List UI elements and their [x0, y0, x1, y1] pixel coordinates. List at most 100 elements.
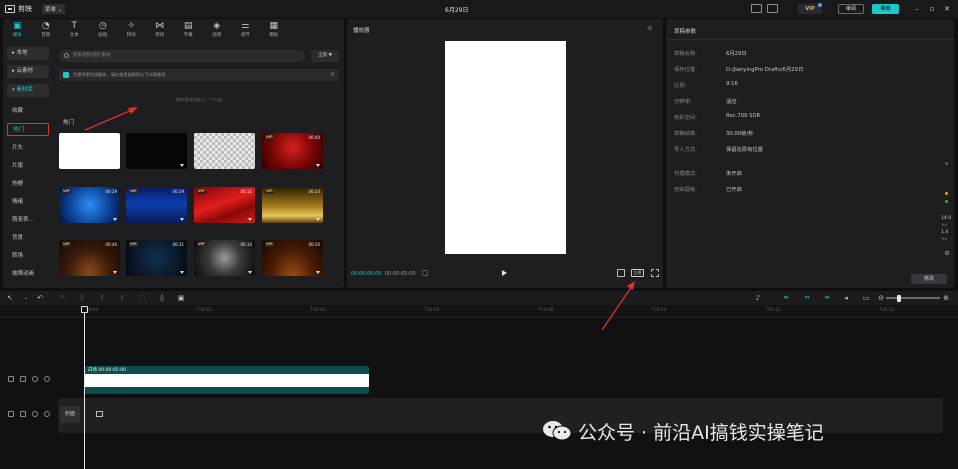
sidebar-item[interactable]: ▾ 素材库	[7, 84, 49, 97]
media-thumbnail[interactable]: VIP 00:46	[59, 240, 120, 276]
split-right-icon[interactable]: ⫵	[118, 294, 126, 302]
caption-icon[interactable]: ▭	[862, 294, 870, 302]
download-icon[interactable]	[316, 218, 320, 221]
layout-icon[interactable]	[751, 4, 762, 13]
media-thumbnail[interactable]: VIP 00:10	[194, 240, 255, 276]
media-thumbnail[interactable]: VIP 00:29	[126, 187, 187, 223]
cover-button[interactable]: 封面	[60, 406, 80, 423]
media-thumbnail[interactable]	[126, 133, 187, 169]
menu-button[interactable]: 菜单 ⌄	[42, 4, 66, 14]
track-type-icon[interactable]	[8, 376, 14, 382]
download-icon[interactable]	[180, 164, 184, 167]
tab-sticker[interactable]: ◷ 贴纸	[89, 19, 118, 41]
maximize-button[interactable]: ▫	[927, 4, 937, 14]
media-thumbnail[interactable]: VIP 00:29	[59, 187, 120, 223]
playhead-handle[interactable]	[81, 306, 88, 313]
select-cursor-icon[interactable]: ↖	[6, 294, 14, 302]
delete-icon[interactable]: ▢	[138, 294, 146, 302]
zoom-slider-handle[interactable]	[897, 294, 901, 302]
tab-text[interactable]: T 文本	[60, 19, 89, 41]
tab-transition[interactable]: ⋈ 转场	[146, 19, 175, 41]
audio-mute-icon[interactable]	[44, 411, 50, 417]
tab-media[interactable]: ▣ 媒体	[3, 19, 32, 41]
sidebar-item[interactable]: 萌宠表...	[7, 214, 49, 227]
modify-button[interactable]: 修改	[911, 274, 947, 284]
download-icon[interactable]	[248, 218, 252, 221]
image-icon[interactable]: ▣	[177, 294, 185, 302]
tab-adjust[interactable]: ⚌ 调节	[231, 19, 260, 41]
minimize-button[interactable]: –	[912, 4, 922, 14]
close-icon[interactable]: ✕	[330, 71, 335, 78]
close-button[interactable]: ✕	[942, 4, 952, 14]
play-button[interactable]	[502, 270, 507, 276]
playhead[interactable]	[84, 308, 85, 469]
link-icon[interactable]: ⇹	[821, 294, 833, 302]
search-input[interactable]: 搜索视频/图片素材	[59, 50, 305, 62]
zoom-out-icon[interactable]: ⊖	[877, 294, 885, 302]
eye-icon[interactable]	[32, 411, 38, 417]
tab-filter[interactable]: ◈ 滤镜	[203, 19, 232, 41]
sidebar-item[interactable]: 转场	[7, 250, 49, 263]
tab-template[interactable]: ▦ 模板	[260, 19, 289, 41]
media-thumbnail[interactable]: VIP 00:11	[194, 187, 255, 223]
download-icon[interactable]	[248, 164, 252, 167]
download-icon[interactable]	[180, 271, 184, 274]
media-thumbnail[interactable]	[59, 133, 120, 169]
download-icon[interactable]	[316, 164, 320, 167]
timecode-icon[interactable]	[422, 270, 428, 276]
timeline-clip[interactable]: 白场 00:00:05:00	[85, 366, 369, 394]
split-left-icon[interactable]: ⫴	[98, 294, 106, 302]
snap-icon[interactable]: ⇔	[801, 294, 813, 302]
sidebar-item[interactable]: ▸ 云素材	[7, 65, 49, 78]
chevron-down-icon[interactable]: ⌄	[22, 294, 30, 302]
track-type-icon[interactable]	[8, 411, 14, 417]
info-icon[interactable]	[945, 162, 948, 165]
tab-subtitle[interactable]: ▤ 字幕	[174, 19, 203, 41]
sidebar-item[interactable]: 情绪	[7, 196, 49, 209]
export-button[interactable]: 导出	[872, 4, 899, 14]
marker-icon[interactable]: ◊	[158, 294, 166, 302]
timeline-ruler[interactable]: 00:00 00:02 00:04 00:06 00:08 00:10 00:12 00:14	[0, 306, 958, 318]
undo-icon[interactable]: ↶	[36, 294, 44, 302]
microphone-icon[interactable]: ♪	[754, 294, 762, 302]
sidebar-item[interactable]: 收藏	[7, 105, 49, 118]
sidebar-item[interactable]: 故障动画	[7, 268, 49, 281]
sidebar-item[interactable]: 片尾	[7, 160, 49, 173]
lock-icon[interactable]	[20, 376, 26, 382]
media-thumbnail[interactable]: VIP 00:31	[126, 240, 187, 276]
split-icon[interactable]: ⫼	[78, 294, 86, 302]
download-icon[interactable]	[113, 218, 117, 221]
sidebar-item[interactable]: ▸ 本地	[7, 47, 49, 60]
sidebar-item[interactable]: 热门	[7, 123, 49, 136]
link-main-track-icon[interactable]: ⇹	[780, 294, 792, 302]
media-thumbnail[interactable]	[194, 133, 255, 169]
download-icon[interactable]	[113, 271, 117, 274]
fullscreen-icon[interactable]	[651, 269, 659, 277]
media-thumbnail[interactable]: VIP 00:40	[262, 133, 323, 169]
sidebar-item[interactable]: 背景	[7, 232, 49, 245]
zoom-slider[interactable]	[886, 297, 940, 299]
menu-icon[interactable]: ≡	[647, 24, 653, 32]
shortcuts-icon[interactable]	[767, 4, 778, 13]
download-icon[interactable]	[180, 218, 184, 221]
record-icon[interactable]	[945, 251, 949, 255]
ratio-button[interactable]: 比例	[631, 269, 644, 277]
review-button[interactable]: 审阅	[838, 4, 864, 14]
preview-canvas[interactable]	[445, 41, 566, 254]
sidebar-item[interactable]: 热梗	[7, 178, 49, 191]
media-thumbnail[interactable]: VIP 00:26	[262, 240, 323, 276]
preview-axis-icon[interactable]: ◂	[842, 294, 850, 302]
redo-icon[interactable]: ↷	[58, 294, 66, 302]
media-thumbnail[interactable]: VIP 00:24	[262, 187, 323, 223]
filter-dropdown[interactable]: 全部 ▼	[311, 50, 339, 62]
sidebar-item[interactable]: 片头	[7, 142, 49, 155]
audio-mute-icon[interactable]	[44, 376, 50, 382]
zoom-in-icon[interactable]: ⊕	[942, 294, 950, 302]
tab-effects[interactable]: ✧ 特效	[117, 19, 146, 41]
lock-icon[interactable]	[20, 411, 26, 417]
tab-audio[interactable]: ◔ 音频	[32, 19, 61, 41]
download-icon[interactable]	[316, 271, 320, 274]
fit-screen-icon[interactable]	[617, 269, 625, 277]
download-icon[interactable]	[248, 271, 252, 274]
eye-icon[interactable]	[32, 376, 38, 382]
